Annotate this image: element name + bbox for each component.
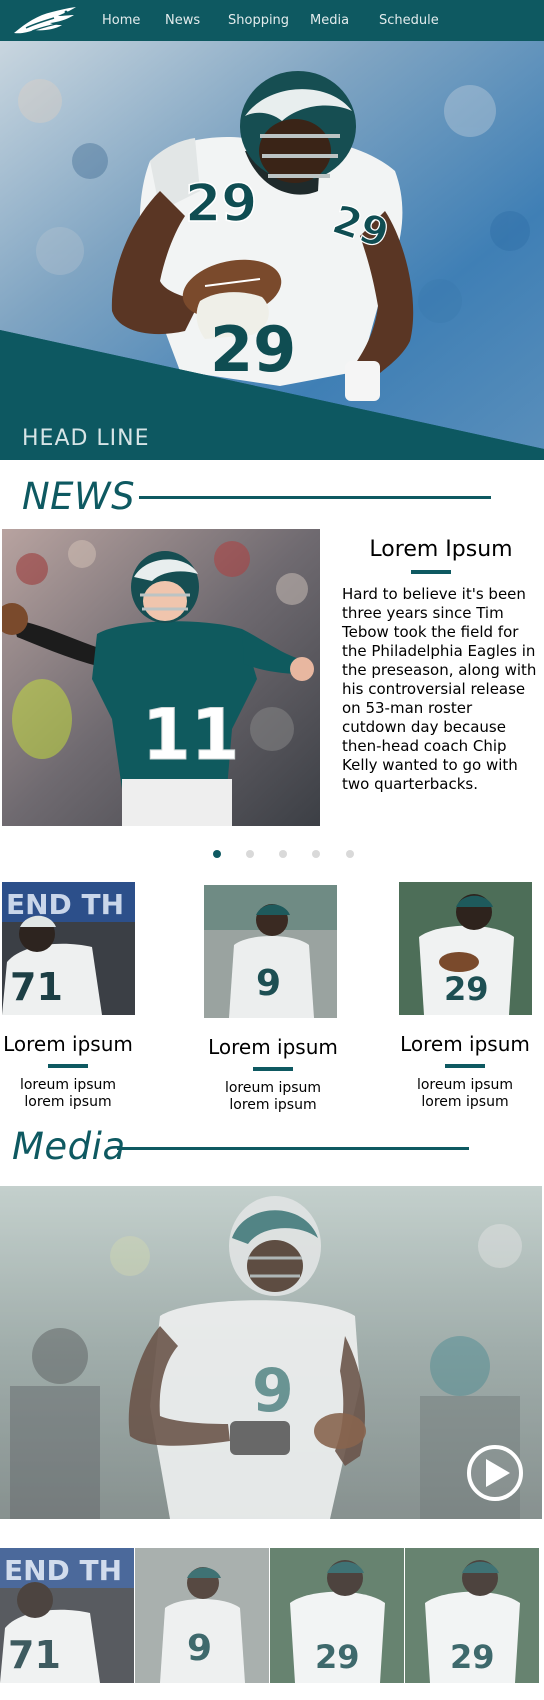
featured-title-underline bbox=[411, 570, 451, 574]
news-card-2-line1: loreum ipsum bbox=[224, 1080, 322, 1096]
media-thumbnail-1[interactable]: END TH 71 bbox=[0, 1548, 134, 1683]
carousel-dot-1[interactable] bbox=[213, 850, 221, 858]
news-card-3-line1: loreum ipsum bbox=[416, 1077, 514, 1093]
card-2-player-image: 9 bbox=[204, 885, 337, 1018]
play-icon bbox=[486, 1459, 510, 1487]
news-card-1-line1: loreum ipsum bbox=[19, 1077, 117, 1093]
hero-headline: HEAD LINE bbox=[22, 426, 150, 451]
news-title-divider bbox=[139, 496, 491, 499]
thumbnail-4-image: 29 bbox=[405, 1548, 539, 1683]
thumbnail-3-image: 29 bbox=[270, 1548, 404, 1683]
eagle-logo-icon[interactable] bbox=[12, 3, 78, 39]
svg-text:29: 29 bbox=[185, 174, 257, 234]
nav-schedule[interactable]: Schedule bbox=[379, 13, 439, 29]
news-card-1-photo[interactable]: END TH 71 bbox=[2, 882, 135, 1015]
media-section-title: Media bbox=[12, 1125, 126, 1168]
svg-text:END TH: END TH bbox=[6, 888, 124, 921]
svg-text:29: 29 bbox=[210, 313, 296, 386]
media-thumbnail-3[interactable]: 29 bbox=[270, 1548, 404, 1683]
news-card-1-underline bbox=[48, 1064, 88, 1068]
thumbnail-1-image: END TH 71 bbox=[0, 1548, 134, 1683]
svg-text:29: 29 bbox=[444, 970, 489, 1008]
svg-text:71: 71 bbox=[10, 965, 63, 1009]
carousel-dot-3[interactable] bbox=[279, 850, 287, 858]
news-card-2-line2: lorem ipsum bbox=[229, 1097, 317, 1113]
carousel-dots bbox=[0, 850, 544, 860]
featured-article-body: Hard to believe it's been three years si… bbox=[342, 585, 537, 793]
thumbnail-2-image: 9 bbox=[135, 1548, 269, 1683]
play-button[interactable] bbox=[467, 1445, 523, 1501]
svg-text:11: 11 bbox=[142, 694, 239, 776]
card-3-player-image: 29 bbox=[399, 882, 532, 1015]
featured-article-title[interactable]: Lorem Ipsum bbox=[342, 537, 540, 562]
news-card-2-photo[interactable]: 9 bbox=[204, 885, 337, 1018]
news-section-title: NEWS bbox=[22, 475, 136, 518]
media-video-player[interactable]: 9 bbox=[0, 1186, 542, 1519]
video-poster-image: 9 bbox=[0, 1186, 542, 1519]
media-title-divider bbox=[117, 1147, 469, 1150]
nav-home[interactable]: Home bbox=[102, 13, 140, 29]
news-card-3-photo[interactable]: 29 bbox=[399, 882, 532, 1015]
carousel-dot-2[interactable] bbox=[246, 850, 254, 858]
news-card-2-underline bbox=[253, 1067, 293, 1071]
nav-media[interactable]: Media bbox=[310, 13, 349, 29]
hero-player-photo: 29 29 29 bbox=[0, 41, 544, 460]
nav-news[interactable]: News bbox=[165, 13, 200, 29]
hero-banner[interactable]: 29 29 29 HEAD LINE bbox=[0, 41, 544, 460]
news-card-3-underline bbox=[445, 1064, 485, 1068]
news-card-1-title[interactable]: Lorem ipsum bbox=[0, 1032, 153, 1056]
carousel-dot-5[interactable] bbox=[346, 850, 354, 858]
nav-shopping[interactable]: Shopping bbox=[228, 13, 289, 29]
media-thumbnail-2[interactable]: 9 bbox=[135, 1548, 269, 1683]
svg-text:9: 9 bbox=[256, 963, 281, 1004]
featured-article-photo[interactable]: 11 bbox=[2, 529, 320, 826]
news-card-3-title[interactable]: Lorem ipsum bbox=[380, 1032, 544, 1056]
top-nav: Home News Shopping Media Schedule bbox=[0, 0, 544, 41]
news-card-1-line2: lorem ipsum bbox=[24, 1094, 112, 1110]
news-card-2-title[interactable]: Lorem ipsum bbox=[188, 1035, 358, 1059]
card-1-player-image: END TH 71 bbox=[2, 882, 135, 1015]
news-card-3-line2: lorem ipsum bbox=[421, 1094, 509, 1110]
carousel-dot-4[interactable] bbox=[312, 850, 320, 858]
media-thumbnail-4[interactable]: 29 bbox=[405, 1548, 539, 1683]
featured-player-image: 11 bbox=[2, 529, 320, 826]
